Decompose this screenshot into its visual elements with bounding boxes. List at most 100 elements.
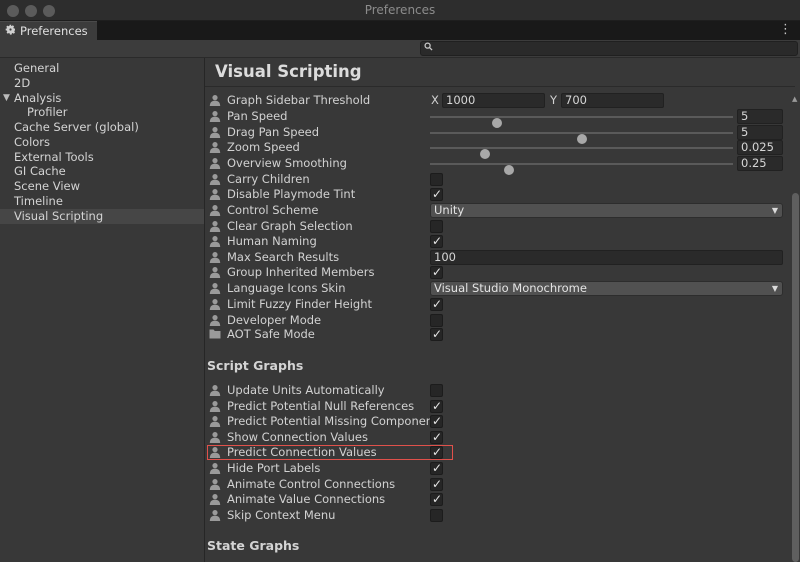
setting-label: Disable Playmode Tint	[227, 187, 356, 201]
setting-label: Show Connection Values	[227, 429, 368, 444]
person-icon	[209, 298, 221, 313]
drag-pan-speed-slider[interactable]	[430, 132, 733, 144]
setting-label: Skip Context Menu	[227, 507, 336, 522]
aot-safe-mode-checkbox[interactable]: ✓	[430, 327, 443, 341]
setting-label: Max Search Results	[227, 250, 340, 264]
setting-label: Update Units Automatically	[227, 383, 385, 397]
disable-playmode-tint-checkbox[interactable]: ✓	[430, 187, 443, 201]
person-icon	[209, 431, 221, 446]
setting-row: Update Units Automatically	[205, 383, 790, 398]
setting-row-carry-children: Carry Children	[205, 172, 790, 187]
control-scheme-dropdown[interactable]: Unity ▼	[430, 203, 783, 218]
max-search-results-field[interactable]: 100	[430, 250, 783, 265]
checkmark-icon: ✓	[432, 429, 443, 444]
pan-speed-slider[interactable]	[430, 116, 733, 128]
sidebar-item-visual-scripting[interactable]: Visual Scripting	[0, 209, 204, 224]
scrollbar[interactable]: ▲	[790, 95, 800, 562]
setting-checkbox[interactable]	[430, 384, 443, 397]
checkmark-icon: ✓	[432, 398, 443, 413]
person-icon	[209, 384, 221, 399]
clear-graph-selection-checkbox[interactable]	[430, 220, 443, 233]
sidebar-item-analysis[interactable]: ▼ Analysis	[0, 91, 204, 106]
overview-smoothing-slider[interactable]	[430, 163, 733, 175]
setting-row: Predict Potential Missing Components ✓	[205, 414, 790, 429]
limit-fuzzy-finder-height-checkbox[interactable]: ✓	[430, 297, 443, 311]
sidebar-item-gi-cache[interactable]: GI Cache	[0, 164, 204, 179]
zoom-speed-field[interactable]: 0.025	[737, 140, 783, 155]
setting-row-zoom-speed: Zoom Speed 0.025	[205, 140, 790, 159]
title-divider	[205, 86, 795, 87]
tab-preferences[interactable]: Preferences	[0, 21, 97, 40]
highlight-box	[207, 445, 453, 460]
person-icon	[209, 400, 221, 415]
person-icon	[209, 141, 221, 156]
setting-row-disable-playmode-tint: Disable Playmode Tint ✓	[205, 187, 790, 202]
setting-label: Hide Port Labels	[227, 461, 321, 475]
setting-checkbox[interactable]: ✓	[430, 414, 443, 429]
pan-speed-field[interactable]: 5	[737, 109, 783, 124]
setting-label: Animate Control Connections	[227, 476, 396, 491]
language-icons-skin-dropdown[interactable]: Visual Studio Monochrome ▼	[430, 281, 783, 296]
kebab-menu-icon[interactable]: ⋮	[779, 23, 792, 37]
human-naming-checkbox[interactable]: ✓	[430, 234, 443, 248]
sidebar-item-cache-server[interactable]: Cache Server (global)	[0, 120, 204, 135]
setting-checkbox[interactable]: ✓	[430, 477, 443, 491]
setting-label: Clear Graph Selection	[227, 219, 353, 233]
setting-label: Pan Speed	[227, 109, 288, 123]
setting-row-max-search-results: Max Search Results 100	[205, 250, 790, 265]
person-icon	[209, 126, 221, 141]
setting-row: Skip Context Menu	[205, 508, 790, 523]
person-icon	[209, 509, 221, 524]
checkmark-icon: ✓	[432, 265, 443, 279]
sidebar-item-external-tools[interactable]: External Tools	[0, 150, 204, 165]
threshold-y-field[interactable]: 700	[561, 93, 664, 108]
person-icon	[209, 235, 221, 250]
sidebar-item-scene-view[interactable]: Scene View	[0, 179, 204, 194]
setting-row: Predict Potential Null References ✓	[205, 399, 790, 414]
checkmark-icon: ✓	[432, 414, 443, 429]
setting-label: Predict Potential Missing Components	[227, 414, 444, 429]
setting-row-group-inherited-members: Group Inherited Members ✓	[205, 265, 790, 280]
expand-arrow-icon[interactable]: ▼	[3, 91, 10, 106]
sidebar-item-2d[interactable]: 2D	[0, 76, 204, 91]
checkmark-icon: ✓	[432, 187, 443, 201]
sidebar-item-general[interactable]: General	[0, 61, 204, 76]
setting-row: Show Connection Values ✓	[205, 430, 790, 445]
checkmark-icon: ✓	[432, 492, 443, 507]
carry-children-checkbox[interactable]	[430, 173, 443, 186]
setting-checkbox[interactable]: ✓	[430, 461, 443, 475]
scroll-up-icon[interactable]: ▲	[792, 95, 797, 103]
search-input[interactable]	[420, 41, 798, 56]
setting-checkbox[interactable]: ✓	[430, 398, 443, 413]
setting-label: Limit Fuzzy Finder Height	[227, 297, 373, 311]
setting-row-overview-smoothing: Overview Smoothing 0.25	[205, 156, 790, 175]
developer-mode-checkbox[interactable]	[430, 314, 443, 327]
person-icon	[209, 462, 221, 477]
group-inherited-members-checkbox[interactable]: ✓	[430, 265, 443, 279]
person-icon	[209, 188, 221, 203]
setting-label: Control Scheme	[227, 203, 319, 217]
sidebar-item-profiler[interactable]: Profiler	[0, 105, 204, 120]
threshold-x-field[interactable]: 1000	[442, 93, 545, 108]
chevron-down-icon: ▼	[771, 284, 778, 293]
person-icon	[209, 110, 221, 125]
setting-label: Carry Children	[227, 172, 310, 186]
setting-label: Group Inherited Members	[227, 265, 375, 279]
search-bar	[0, 40, 800, 58]
sidebar-item-timeline[interactable]: Timeline	[0, 194, 204, 209]
setting-row-human-naming: Human Naming ✓	[205, 234, 790, 249]
setting-checkbox[interactable]	[430, 508, 443, 522]
setting-checkbox[interactable]: ✓	[430, 492, 443, 507]
page-title: Visual Scripting	[215, 62, 362, 81]
setting-label: Predict Potential Null References	[227, 398, 415, 413]
sidebar: General 2D ▼ Analysis Profiler Cache Ser…	[0, 58, 205, 562]
setting-checkbox[interactable]: ✓	[430, 429, 443, 444]
drag-pan-speed-field[interactable]: 5	[737, 125, 783, 140]
setting-row-developer-mode: Developer Mode	[205, 313, 790, 328]
overview-smoothing-field[interactable]: 0.25	[737, 156, 783, 171]
person-icon	[209, 415, 221, 430]
sidebar-item-colors[interactable]: Colors	[0, 135, 204, 150]
scroll-thumb[interactable]	[792, 193, 799, 562]
gear-icon	[5, 24, 16, 38]
zoom-speed-slider[interactable]	[430, 147, 733, 159]
